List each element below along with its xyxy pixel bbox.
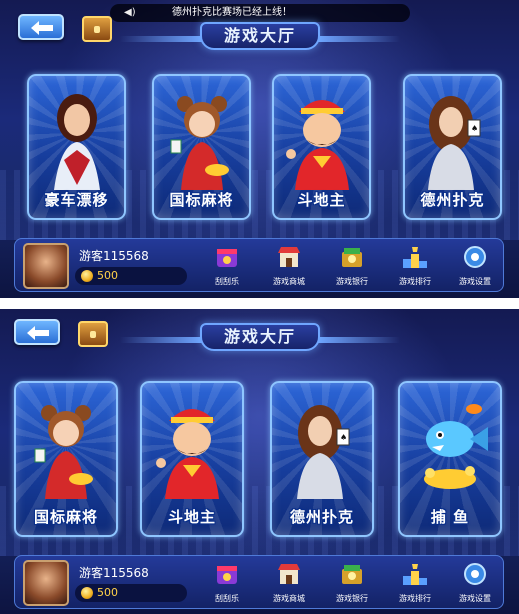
racer-girl-icon bbox=[53, 94, 100, 190]
menu-label: 游戏排行 bbox=[399, 594, 431, 603]
menu-label: 刮刮乐 bbox=[215, 594, 239, 603]
game-card-label: 豪车漂移 bbox=[44, 191, 109, 209]
title-wing-right bbox=[318, 36, 400, 42]
title-wing-left bbox=[120, 36, 202, 42]
menu-ranking[interactable]: 游戏排行 bbox=[387, 558, 443, 608]
bank-icon bbox=[342, 248, 362, 267]
shop-icon bbox=[278, 247, 300, 267]
landlord-icon bbox=[285, 100, 349, 190]
menu-label: 游戏设置 bbox=[459, 277, 491, 286]
menu-shop[interactable]: 游戏商城 bbox=[261, 241, 317, 291]
treasure-chest-icon[interactable] bbox=[82, 16, 112, 42]
announcement-text: 德州扑克比赛场已经上线！ bbox=[172, 7, 292, 18]
game-card-doudizhu[interactable]: 斗地主 bbox=[140, 381, 244, 537]
game-card-mahjong[interactable]: 国标麻将 bbox=[152, 74, 251, 220]
mahjong-girl-icon bbox=[170, 96, 229, 190]
svg-text:♠: ♠ bbox=[471, 124, 478, 133]
landlord-icon bbox=[156, 409, 219, 499]
user-info-bar: 游客115568 500 刮刮乐 游戏商城 游戏银行 游戏排行 游戏设置 bbox=[14, 555, 504, 609]
ranking-podium-icon bbox=[403, 247, 427, 268]
game-card-label: 斗地主 bbox=[297, 191, 346, 209]
menu-bank[interactable]: 游戏银行 bbox=[324, 558, 380, 608]
poker-lady-icon: ♠ bbox=[297, 405, 350, 499]
menu-label: 游戏排行 bbox=[399, 277, 431, 286]
mahjong-girl-icon bbox=[34, 405, 93, 499]
announcement-bar: ◀) 德州扑克比赛场已经上线！ bbox=[110, 4, 410, 22]
gold-coin-icon bbox=[81, 587, 93, 599]
game-card-fishing[interactable]: 捕 鱼 bbox=[398, 381, 502, 537]
svg-text:♠: ♠ bbox=[340, 433, 347, 442]
menu-settings[interactable]: 游戏设置 bbox=[447, 558, 503, 608]
poker-lady-icon: ♠ bbox=[427, 96, 480, 190]
menu-label: 游戏银行 bbox=[336, 277, 368, 286]
game-card-mahjong[interactable]: 国标麻将 bbox=[14, 381, 118, 537]
username: 游客115568 bbox=[79, 249, 149, 263]
page-title: 游戏大厅 bbox=[200, 22, 320, 50]
menu-settings[interactable]: 游戏设置 bbox=[447, 241, 503, 291]
menu-label: 游戏商城 bbox=[273, 277, 305, 286]
menu-label: 游戏银行 bbox=[336, 594, 368, 603]
settings-gear-icon bbox=[464, 246, 486, 268]
menu-bank[interactable]: 游戏银行 bbox=[324, 241, 380, 291]
screenshot-separator bbox=[0, 298, 519, 309]
menu-scratch-card[interactable]: 刮刮乐 bbox=[199, 558, 255, 608]
game-card-label: 国标麻将 bbox=[169, 191, 234, 209]
back-button[interactable] bbox=[14, 319, 60, 345]
lobby-screen-top: ◀) 德州扑克比赛场已经上线！ 游戏大厅 豪车漂移 国标麻将 斗地主 ♠ 德州扑… bbox=[0, 0, 519, 298]
game-card-label: 德州扑克 bbox=[289, 508, 354, 526]
lobby-screen-bottom: 游戏大厅 国标麻将 斗地主 ♠ 德州扑克 捕 鱼 游客115568 500 刮刮… bbox=[0, 309, 519, 614]
game-card-racing[interactable]: 豪车漂移 bbox=[27, 74, 126, 220]
game-card-label: 德州扑克 bbox=[420, 191, 485, 209]
shop-icon bbox=[278, 564, 300, 584]
coin-amount: 500 bbox=[97, 269, 118, 282]
menu-label: 刮刮乐 bbox=[215, 277, 239, 286]
speaker-icon: ◀) bbox=[124, 7, 136, 18]
game-card-texas-holdem[interactable]: ♠ 德州扑克 bbox=[270, 381, 374, 537]
back-button[interactable] bbox=[18, 14, 64, 40]
game-card-label: 捕 鱼 bbox=[430, 508, 470, 526]
scratch-card-icon bbox=[217, 249, 237, 267]
bank-icon bbox=[342, 565, 362, 584]
fish-icon bbox=[424, 404, 488, 489]
menu-shop[interactable]: 游戏商城 bbox=[261, 558, 317, 608]
avatar[interactable] bbox=[23, 243, 69, 289]
game-card-texas-holdem[interactable]: ♠ 德州扑克 bbox=[403, 74, 502, 220]
title-wing-right bbox=[318, 337, 400, 343]
game-card-label: 斗地主 bbox=[167, 508, 216, 526]
username: 游客115568 bbox=[79, 566, 149, 580]
ranking-podium-icon bbox=[403, 564, 427, 585]
user-info-bar: 游客115568 500 刮刮乐 游戏商城 游戏银行 游戏排行 游戏设置 bbox=[14, 238, 504, 292]
game-card-doudizhu[interactable]: 斗地主 bbox=[272, 74, 371, 220]
menu-label: 游戏设置 bbox=[459, 594, 491, 603]
menu-label: 游戏商城 bbox=[273, 594, 305, 603]
back-arrow-icon bbox=[27, 326, 49, 340]
gold-coin-icon bbox=[81, 270, 93, 282]
treasure-chest-icon[interactable] bbox=[78, 321, 108, 347]
page-title: 游戏大厅 bbox=[200, 323, 320, 351]
coin-amount: 500 bbox=[97, 586, 118, 599]
coin-balance: 500 bbox=[75, 267, 187, 285]
scratch-card-icon bbox=[217, 566, 237, 584]
back-arrow-icon bbox=[31, 21, 53, 35]
menu-scratch-card[interactable]: 刮刮乐 bbox=[199, 241, 255, 291]
avatar[interactable] bbox=[23, 560, 69, 606]
settings-gear-icon bbox=[464, 563, 486, 585]
title-wing-left bbox=[120, 337, 202, 343]
game-card-label: 国标麻将 bbox=[33, 508, 98, 526]
coin-balance: 500 bbox=[75, 584, 187, 602]
menu-ranking[interactable]: 游戏排行 bbox=[387, 241, 443, 291]
